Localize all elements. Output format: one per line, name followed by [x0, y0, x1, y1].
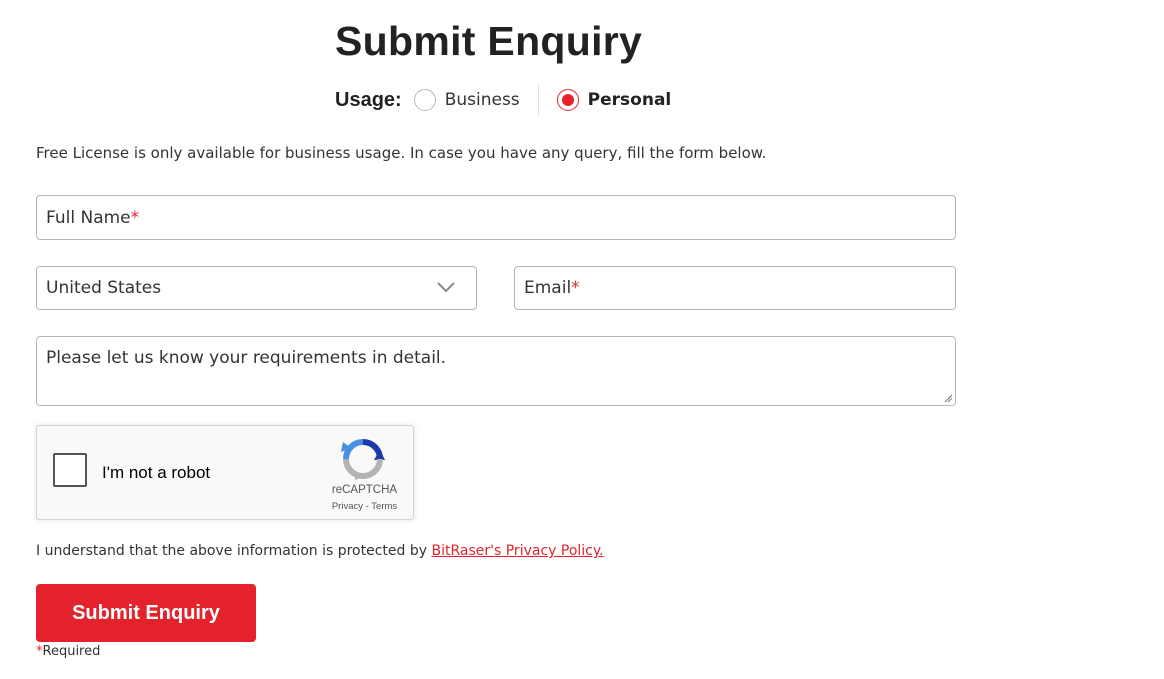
usage-selector: Usage: Business Personal [335, 82, 671, 118]
recaptcha-label: I'm not a robot [102, 463, 211, 482]
business-radio-label: Business [444, 90, 520, 110]
chevron-down-icon [437, 282, 455, 293]
full-name-input[interactable]: Full Name * [36, 195, 956, 240]
requirements-placeholder: Please let us know your requirements in … [46, 348, 447, 368]
recaptcha-terms-link[interactable]: Terms [371, 501, 397, 512]
personal-radio[interactable] [556, 89, 579, 111]
usage-option-personal[interactable]: Personal [556, 89, 672, 111]
required-note: *Required [36, 644, 100, 659]
privacy-notice-text: I understand that the above information … [36, 543, 432, 559]
country-value: United States [46, 278, 162, 298]
enquiry-page: Submit Enquiry Usage: Business Personal … [0, 0, 1164, 679]
privacy-policy-link[interactable]: BitRaser's Privacy Policy. [432, 543, 604, 559]
email-input[interactable]: Email * [514, 266, 956, 310]
usage-divider [537, 83, 539, 117]
full-name-placeholder: Full Name [46, 207, 131, 228]
page-title: Submit Enquiry [335, 18, 643, 64]
email-placeholder: Email [524, 278, 572, 298]
required-asterisk: * [571, 278, 580, 298]
radio-selected-dot [561, 94, 574, 106]
recaptcha-brand: reCAPTCHA [331, 484, 398, 496]
country-select[interactable]: United States [36, 266, 477, 310]
required-note-text: Required [42, 644, 101, 659]
submit-enquiry-button[interactable]: Submit Enquiry [36, 584, 256, 642]
requirements-textarea[interactable]: Please let us know your requirements in … [36, 336, 956, 406]
personal-radio-label: Personal [587, 90, 672, 110]
usage-label: Usage: [335, 88, 402, 111]
recaptcha-checkbox[interactable] [53, 453, 87, 487]
recaptcha-links: Privacy - Terms [317, 501, 412, 512]
recaptcha-privacy-link[interactable]: Privacy [332, 501, 363, 512]
required-asterisk: * [130, 207, 140, 228]
business-radio[interactable] [413, 89, 436, 111]
license-info-text: Free License is only available for busin… [36, 144, 767, 162]
recaptcha-logo-icon [341, 439, 385, 480]
usage-option-business[interactable]: Business [413, 89, 520, 111]
resize-grip-icon[interactable] [943, 393, 953, 403]
privacy-notice: I understand that the above information … [36, 543, 604, 559]
recaptcha-widget: I'm not a robot reCAPTCHA Privacy - Term… [36, 425, 414, 520]
